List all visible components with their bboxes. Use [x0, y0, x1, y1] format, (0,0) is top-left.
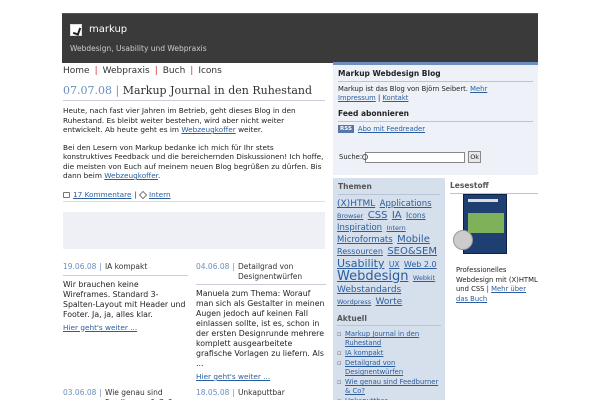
tag-link[interactable]: Applications	[380, 199, 432, 209]
tag-link[interactable]: Microformats	[337, 235, 393, 245]
aktuell-list: Markup Journal in den Ruhestand IA kompak…	[333, 328, 445, 400]
post-date: 07.07.08	[63, 84, 112, 97]
divider	[63, 201, 325, 202]
post-heading: 07.07.08 | Markup Journal in den Ruhesta…	[63, 84, 325, 97]
teaser: 18.05.08 | Unkaputtbar	[196, 388, 285, 398]
kontakt-link[interactable]: Kontakt	[382, 94, 408, 102]
teaser-title[interactable]: IA kompakt	[105, 262, 147, 272]
teaser-text: Wir brauchen keine Wireframes. Standard …	[63, 279, 186, 319]
impressum-link[interactable]: Impressum	[338, 94, 376, 102]
comment-icon	[63, 191, 70, 198]
ad-box	[63, 212, 325, 249]
main-nav: Home | Webpraxis | Buch | Icons	[63, 66, 227, 78]
aktuell-link[interactable]: Wie genau sind Feedburner & Co?	[345, 378, 438, 395]
post-title[interactable]: Markup Journal in den Ruhestand	[123, 84, 312, 97]
teaser-title[interactable]: Detailgrad von Designentwürfen	[238, 262, 326, 281]
site-header: markup Webdesign, Usability und Webpraxi…	[62, 13, 538, 63]
divider	[196, 284, 326, 285]
lesestoff-title: Lesestoff	[450, 181, 489, 190]
search-label: Suche:	[339, 153, 363, 161]
search-form: Suche: Ok	[339, 151, 482, 163]
logo-icon[interactable]	[70, 24, 82, 36]
list-item: IA kompakt	[337, 349, 441, 358]
teaser: 19.06.08 | IA kompakt Wir brauchen keine W…	[63, 262, 188, 332]
divider	[337, 325, 441, 326]
rss-icon[interactable]: RSS	[338, 125, 354, 133]
tag-link[interactable]: Mobile	[397, 234, 430, 245]
nav-item-webpraxis[interactable]: Webpraxis	[98, 66, 155, 78]
nav-item-home[interactable]: Home	[63, 66, 95, 78]
tag-link[interactable]: SEO&SEM	[387, 246, 437, 257]
list-item: Detailgrad von Designentwürfen	[337, 359, 441, 377]
post-paragraph: Bei den Lesern von Markup bedanke ich mi…	[63, 142, 324, 181]
aktuell-link[interactable]: IA kompakt	[345, 349, 383, 357]
blog-description: Markup ist das Blog von Björn Seibert. M…	[338, 85, 488, 102]
site-title[interactable]: markup	[89, 24, 127, 35]
search-button[interactable]: Ok	[468, 151, 482, 163]
divider	[338, 121, 533, 122]
tag-link[interactable]: Wordpress	[337, 298, 371, 306]
teaser-title[interactable]: Unkaputtbar	[238, 388, 285, 398]
teaser-date: 03.06.08	[63, 388, 97, 397]
teaser-date: 18.05.08	[196, 388, 230, 397]
comments-link[interactable]: 17 Kommentare	[73, 190, 131, 199]
aktuell-link[interactable]: Markup Journal in den Ruhestand	[345, 330, 419, 347]
post-heading-separator: |	[115, 84, 120, 97]
tag-link[interactable]: CSS	[368, 210, 388, 221]
themen-box: Themen (X)HTML Applications Browser CSS …	[333, 178, 445, 400]
tag-cloud: (X)HTML Applications Browser CSS IA Icon…	[333, 198, 445, 308]
tag-link[interactable]: Webstandards	[337, 285, 401, 295]
teaser: 04.06.08 | Detailgrad von Designentwürfen …	[196, 262, 326, 382]
nav-item-icons[interactable]: Icons	[193, 66, 227, 78]
aktuell-link[interactable]: Detailgrad von Designentwürfen	[345, 359, 403, 376]
search-icon	[362, 154, 368, 160]
blog-box-title: Markup Webdesign Blog	[338, 69, 441, 78]
read-more-link[interactable]: Hier geht's weiter ...	[196, 372, 326, 382]
aktuell-title: Aktuell	[337, 314, 367, 323]
divider	[63, 274, 188, 276]
cd-icon	[453, 230, 473, 250]
tag-link[interactable]: Worte	[376, 297, 403, 307]
teaser-title[interactable]: Wie genau sind Feedburner & Co?	[105, 388, 188, 400]
tag-link[interactable]: Webdesign	[337, 269, 408, 284]
tag-link[interactable]: UX	[389, 260, 400, 269]
webzeugkoffer-link[interactable]: Webzeugkoffer	[181, 125, 235, 134]
list-item: Markup Journal in den Ruhestand	[337, 330, 441, 348]
feed-title: Feed abonnieren	[338, 109, 410, 118]
list-item: Wie genau sind Feedburner & Co?	[337, 378, 441, 396]
more-link[interactable]: Mehr	[470, 85, 487, 93]
tag-link[interactable]: Inspiration	[337, 223, 382, 233]
book-cover-image[interactable]	[453, 194, 513, 260]
read-more-link[interactable]: Hier geht's weiter ...	[63, 323, 188, 333]
feedreader-link[interactable]: Abo mit Feedreader	[358, 125, 425, 133]
meta-separator: |	[134, 190, 137, 199]
tag-link[interactable]: (X)HTML	[337, 199, 375, 209]
search-input[interactable]	[365, 151, 466, 163]
tag-link[interactable]: Webkit	[413, 274, 435, 282]
rss-row: RSS Abo mit Feedreader	[333, 125, 538, 133]
category-link[interactable]: Intern	[149, 190, 171, 199]
tag-link[interactable]: Browser	[337, 212, 363, 220]
tag-link[interactable]: IA	[392, 210, 402, 221]
lesestoff-text: Professionelles Webdesign mit (X)HTML un…	[456, 266, 538, 303]
post-paragraph: Heute, nach fast vier Jahren im Betrieb,…	[63, 106, 296, 134]
divider	[338, 81, 533, 82]
teaser-text: Manuela zum Thema: Worauf man sich als G…	[196, 289, 325, 368]
divider	[63, 100, 325, 101]
post-meta: 17 Kommentare | Intern	[63, 190, 171, 199]
themen-title: Themen	[338, 182, 372, 191]
teaser: 03.06.08|Wie genau sind Feedburner & Co?	[63, 388, 188, 400]
teaser-date: 04.06.08	[196, 262, 230, 271]
tag-link[interactable]: Web 2.0	[404, 260, 437, 269]
tag-link[interactable]: Icons	[406, 211, 426, 220]
teaser-date: 19.06.08	[63, 262, 97, 271]
post-body: Heute, nach fast vier Jahren im Betrieb,…	[63, 106, 325, 189]
tag-icon	[138, 190, 148, 199]
webzeugkoffer-link[interactable]: Webzeugkoffer	[104, 171, 158, 180]
tag-link[interactable]: Intern	[386, 224, 405, 232]
divider	[338, 194, 440, 195]
site-tagline: Webdesign, Usability und Webpraxis	[70, 44, 207, 53]
nav-item-buch[interactable]: Buch	[158, 66, 191, 78]
tag-link[interactable]: Ressourcen	[337, 247, 383, 256]
